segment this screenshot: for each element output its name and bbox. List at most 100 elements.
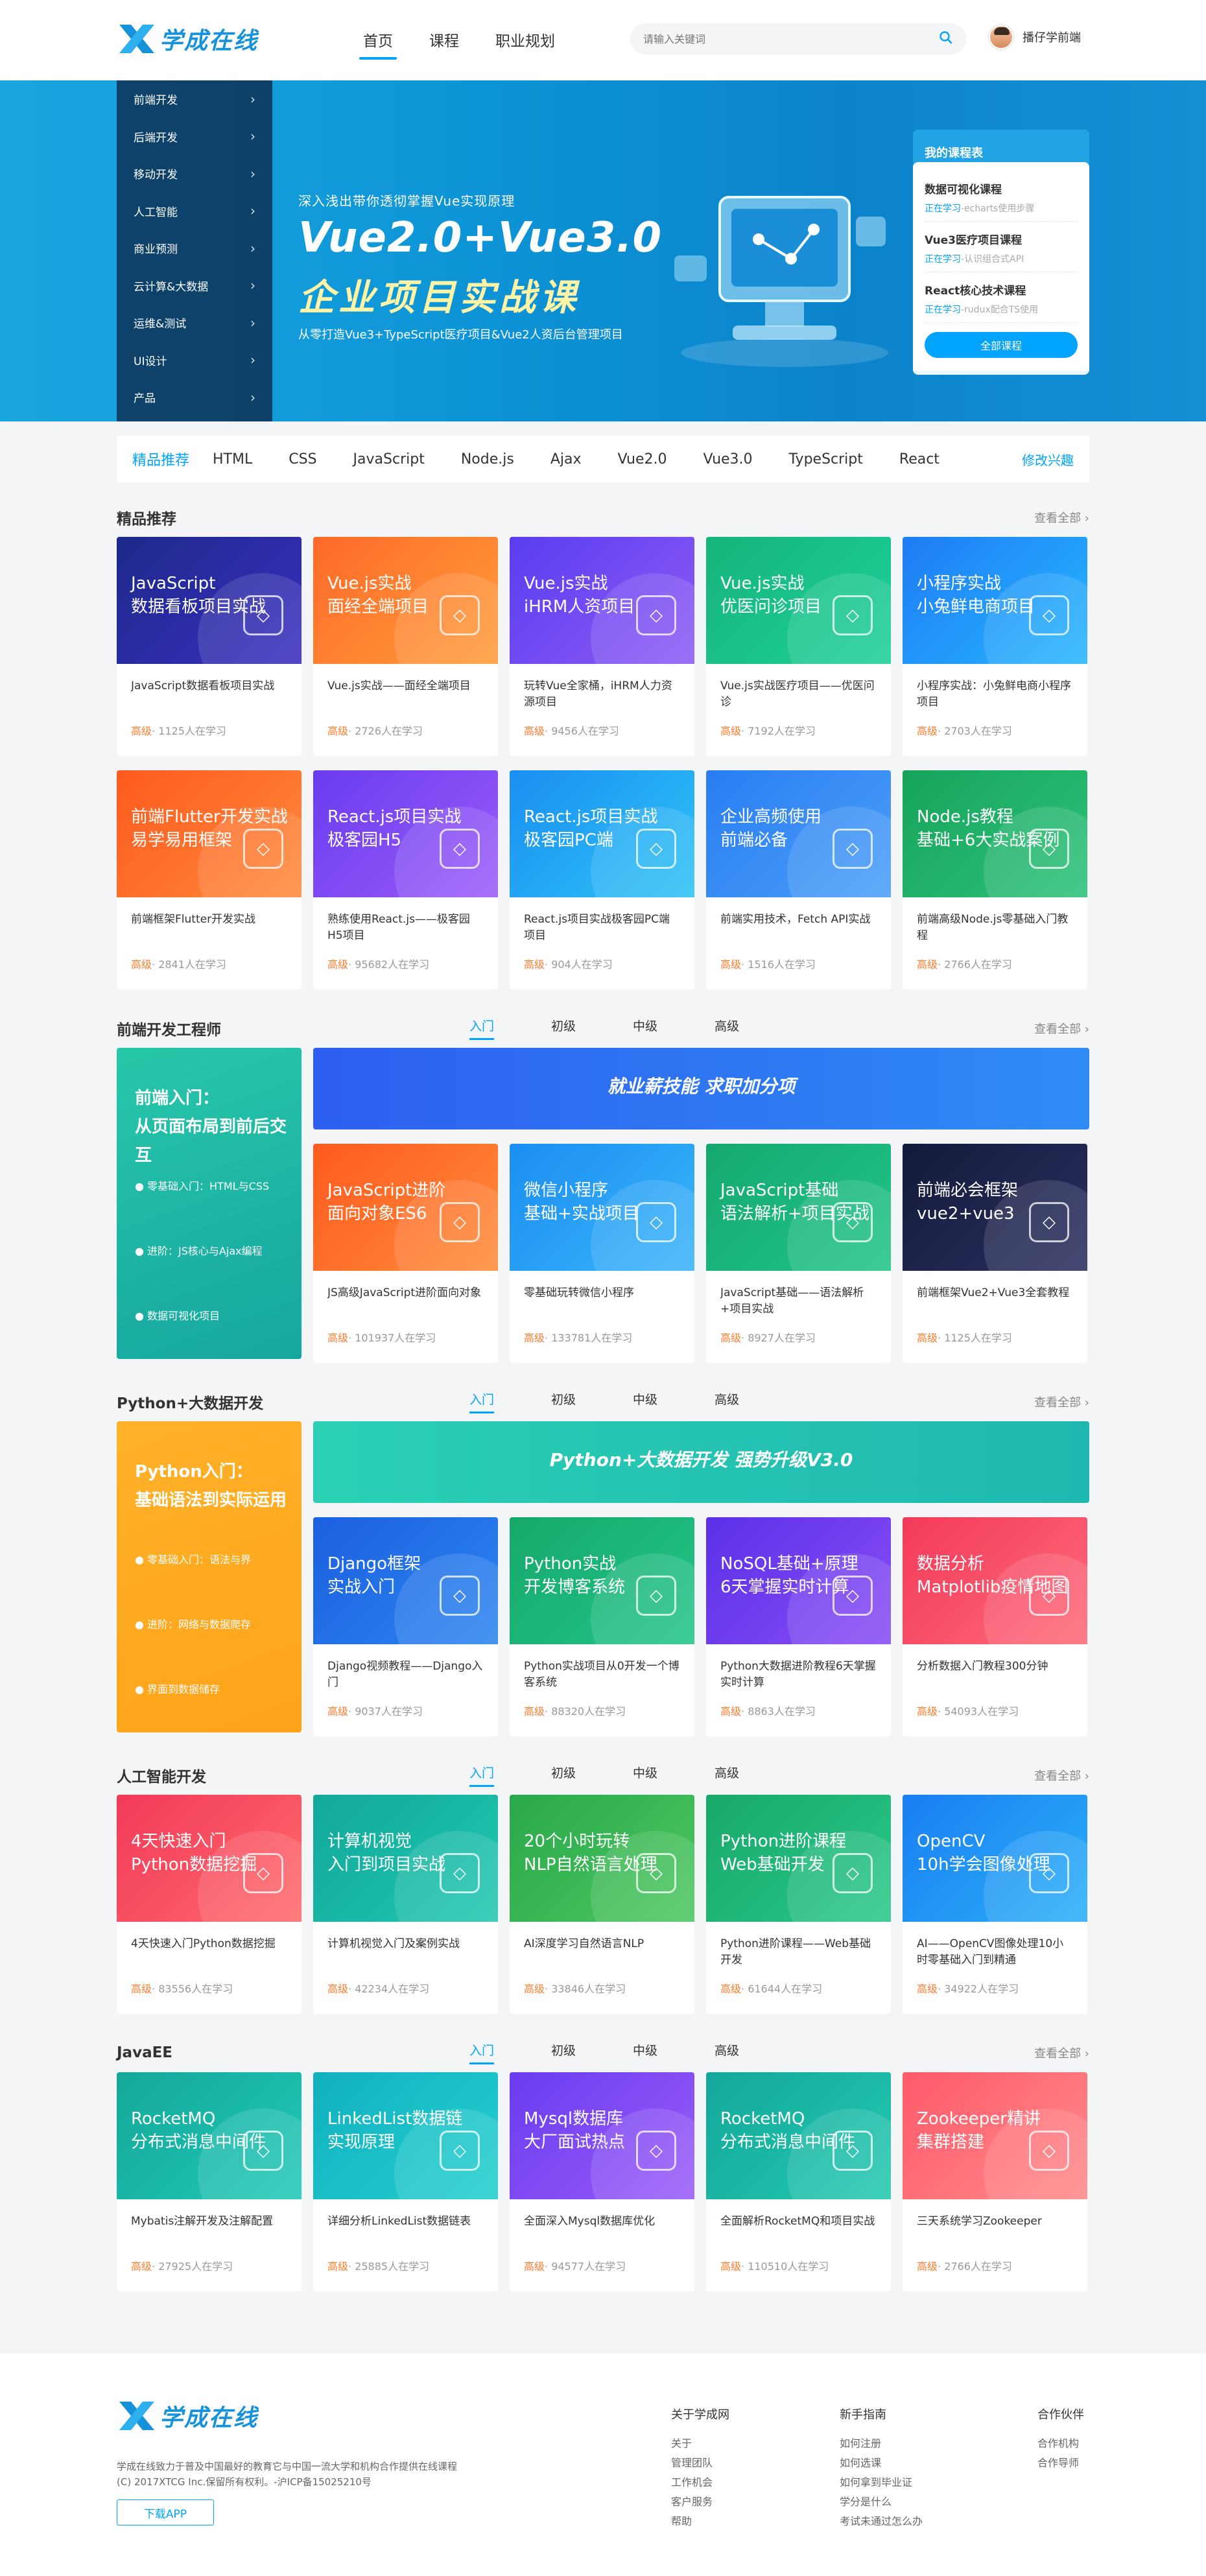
course-card[interactable]: React.js项目实战 极客园H5 ◇ 熟练使用React.js——极客园H5项目… <box>313 770 498 989</box>
category-item[interactable]: 商业预测 › <box>117 230 272 267</box>
footer-link[interactable]: 帮助 <box>671 2512 729 2531</box>
interest-tag[interactable]: Vue3.0 <box>704 451 753 467</box>
course-card[interactable]: Mysql数据库 大厂面试热点 ◇ 全面深入Mysql数据库优化 高级· 94577人… <box>510 2072 694 2291</box>
featured-view-all[interactable]: 查看全部 › <box>1034 509 1089 526</box>
edit-interests-link[interactable]: 修改兴趣 <box>1022 450 1074 469</box>
course-card[interactable]: 数据分析 Matplotlib疫情地图 ◇ 分析数据入门教程300分钟 高级· 540… <box>903 1517 1087 1736</box>
search-icon[interactable] <box>939 30 953 47</box>
my-course-item[interactable]: 数据可视化课程 正在学习-echarts使用步骤 <box>925 171 1078 222</box>
user-menu[interactable]: 播仔学前端 <box>989 25 1081 49</box>
interest-tag[interactable]: React <box>899 451 940 467</box>
logo[interactable]: 学成在线 <box>117 19 258 58</box>
interest-tag[interactable]: HTML <box>213 451 252 467</box>
avatar[interactable] <box>989 25 1013 49</box>
course-card[interactable]: 20个小时玩转 NLP自然语言处理 ◇ AI深度学习自然语言NLP 高级· 33846… <box>510 1795 694 2014</box>
level-tab[interactable]: 入门 <box>469 2041 494 2064</box>
category-item[interactable]: UI设计 › <box>117 342 272 379</box>
level-tab[interactable]: 入门 <box>469 1017 494 1040</box>
category-item[interactable]: 产品 › <box>117 379 272 416</box>
footer-link[interactable]: 合作机构 <box>1037 2434 1084 2453</box>
course-card[interactable]: 前端Flutter开发实战 易学易用框架 ◇ 前端框架Flutter开发实战 高级· … <box>117 770 302 989</box>
fe-path-card[interactable]: 前端入门： 从页面布局到前后交互 ● 零基础入门：HTML与CSS ● 进阶：JS核… <box>117 1048 302 1359</box>
py-path-card[interactable]: Python入门： 基础语法到实际运用 ● 零基础入门：语法与界 ● 进阶：网络与数… <box>117 1421 302 1732</box>
all-courses-button[interactable]: 全部课程 <box>925 332 1078 358</box>
footer-link[interactable]: 如何拿到毕业证 <box>840 2473 923 2492</box>
course-card[interactable]: RocketMQ 分布式消息中间件 ◇ 全面解析RocketMQ和项目实战 高级· 1… <box>706 2072 891 2291</box>
course-card[interactable]: Zookeeper精讲 集群搭建 ◇ 三天系统学习Zookeeper 高级· 2766… <box>903 2072 1087 2291</box>
view-all-label[interactable]: 查看全部 <box>1034 1396 1081 1410</box>
py-view-all[interactable]: 查看全部 › <box>1034 1393 1089 1410</box>
category-item[interactable]: 人工智能 › <box>117 193 272 230</box>
footer-link[interactable]: 关于 <box>671 2434 729 2453</box>
course-card[interactable]: JavaScript 数据看板项目实战 ◇ JavaScript数据看板项目实战 高级… <box>117 537 302 756</box>
course-card[interactable]: 微信小程序 基础+实战项目 ◇ 零基础玩转微信小程序 高级· 133781人在学习 <box>510 1144 694 1363</box>
category-item[interactable]: 运维&测试 › <box>117 304 272 342</box>
footer-link[interactable]: 合作导师 <box>1037 2453 1084 2473</box>
nav-career[interactable]: 职业规划 <box>495 29 555 60</box>
level-tab[interactable]: 高级 <box>715 1017 739 1040</box>
footer-logo[interactable]: 学成在线 <box>117 2399 258 2433</box>
footer-link[interactable]: 工作机会 <box>671 2473 729 2492</box>
view-all-label[interactable]: 查看全部 <box>1034 2047 1081 2061</box>
my-course-item[interactable]: React核心技术课程 正在学习-rudux配合TS使用 <box>925 272 1078 323</box>
search-input[interactable] <box>643 32 939 45</box>
level-tab[interactable]: 初级 <box>551 1390 576 1413</box>
level-tab[interactable]: 中级 <box>633 1017 657 1040</box>
level-tab[interactable]: 初级 <box>551 1017 576 1040</box>
level-tab[interactable]: 入门 <box>469 1764 494 1787</box>
level-tab[interactable]: 中级 <box>633 2041 657 2064</box>
category-item[interactable]: 后端开发 › <box>117 118 272 156</box>
level-tab[interactable]: 高级 <box>715 1390 739 1413</box>
course-card[interactable]: Vue.js实战 iHRM人资项目 ◇ 玩转Vue全家桶，iHRM人力资源项目 高级·… <box>510 537 694 756</box>
py-wide-banner[interactable]: Python+大数据开发 强势升级V3.0 <box>313 1421 1089 1503</box>
course-card[interactable]: 4天快速入门 Python数据挖掘 ◇ 4天快速入门Python数据挖掘 高级· 83… <box>117 1795 302 2014</box>
footer-link[interactable]: 学分是什么 <box>840 2492 923 2512</box>
category-item[interactable]: 前端开发 › <box>117 80 272 118</box>
course-card[interactable]: NoSQL基础+原理 6天掌握实时计算 ◇ Python大数据进阶教程6天掌握实时计… <box>706 1517 891 1736</box>
level-tab[interactable]: 中级 <box>633 1764 657 1787</box>
interest-tag[interactable]: CSS <box>289 451 316 467</box>
username[interactable]: 播仔学前端 <box>1023 29 1081 45</box>
interest-tag[interactable]: Node.js <box>461 451 514 467</box>
footer-link[interactable]: 如何注册 <box>840 2434 923 2453</box>
course-card[interactable]: OpenCV 10h学会图像处理 ◇ AI——OpenCV图像处理10小时零基础入门… <box>903 1795 1087 2014</box>
course-card[interactable]: JavaScript进阶 面向对象ES6 ◇ JS高级JavaScript进阶面向对… <box>313 1144 498 1363</box>
java-view-all[interactable]: 查看全部 › <box>1034 2044 1089 2061</box>
course-card[interactable]: Django框架 实战入门 ◇ Django视频教程——Django入门 高级· 90… <box>313 1517 498 1736</box>
course-card[interactable]: Vue.js实战 优医问诊项目 ◇ Vue.js实战医疗项目——优医问诊 高级· 71… <box>706 537 891 756</box>
view-all-label[interactable]: 查看全部 <box>1034 1022 1081 1036</box>
course-card[interactable]: Vue.js实战 面经全端项目 ◇ Vue.js实战——面经全端项目 高级· 2726… <box>313 537 498 756</box>
nav-home[interactable]: 首页 <box>359 29 397 60</box>
footer-link[interactable]: 考试未通过怎么办 <box>840 2512 923 2531</box>
level-tab[interactable]: 初级 <box>551 1764 576 1787</box>
view-all-label[interactable]: 查看全部 <box>1034 1769 1081 1783</box>
hero[interactable]: 深入浅出带你透彻掌握Vue实现原理 Vue2.0+Vue3.0 企业项目实战课 … <box>298 80 901 421</box>
interest-tag[interactable]: TypeScript <box>789 451 863 467</box>
view-all-label[interactable]: 查看全部 <box>1034 512 1081 525</box>
level-tab[interactable]: 初级 <box>551 2041 576 2064</box>
interest-tag[interactable]: Ajax <box>550 451 582 467</box>
level-tab[interactable]: 入门 <box>469 1390 494 1413</box>
course-card[interactable]: JavaScript基础 语法解析+项目实战 ◇ JavaScript基础——语法解… <box>706 1144 891 1363</box>
interest-tag[interactable]: JavaScript <box>353 451 425 467</box>
course-card[interactable]: React.js项目实战 极客园PC端 ◇ React.js项目实战极客园PC端项目… <box>510 770 694 989</box>
course-card[interactable]: 计算机视觉 入门到项目实战 ◇ 计算机视觉入门及案例实战 高级· 42234人在学习 <box>313 1795 498 2014</box>
interest-tag[interactable]: Vue2.0 <box>617 451 667 467</box>
fe-wide-banner[interactable]: 就业薪技能 求职加分项 <box>313 1048 1089 1129</box>
footer-link[interactable]: 管理团队 <box>671 2453 729 2473</box>
category-item[interactable]: 云计算&大数据 › <box>117 267 272 305</box>
ai-view-all[interactable]: 查看全部 › <box>1034 1767 1089 1784</box>
fe-view-all[interactable]: 查看全部 › <box>1034 1020 1089 1037</box>
course-card[interactable]: RocketMQ 分布式消息中间件 ◇ Mybatis注解开发及注解配置 高级· 27… <box>117 2072 302 2291</box>
level-tab[interactable]: 中级 <box>633 1390 657 1413</box>
nav-courses[interactable]: 课程 <box>429 29 459 60</box>
course-card[interactable]: Python进阶课程 Web基础开发 ◇ Python进阶课程——Web基础开发 高级… <box>706 1795 891 2014</box>
footer-link[interactable]: 如何选课 <box>840 2453 923 2473</box>
footer-link[interactable]: 客户服务 <box>671 2492 729 2512</box>
course-card[interactable]: 前端必会框架 vue2+vue3 ◇ 前端框架Vue2+Vue3全套教程 高级· 11… <box>903 1144 1087 1363</box>
course-card[interactable]: 企业高频使用 前端必备 ◇ 前端实用技术，Fetch API实战 高级· 1516人在… <box>706 770 891 989</box>
download-app-button[interactable]: 下载APP <box>117 2499 214 2525</box>
course-card[interactable]: Node.js教程 基础+6大实战案例 ◇ 前端高级Node.js零基础入门教程 高级… <box>903 770 1087 989</box>
course-card[interactable]: LinkedList数据链 实现原理 ◇ 详细分析LinkedList数据链表 高级·… <box>313 2072 498 2291</box>
level-tab[interactable]: 高级 <box>715 2041 739 2064</box>
